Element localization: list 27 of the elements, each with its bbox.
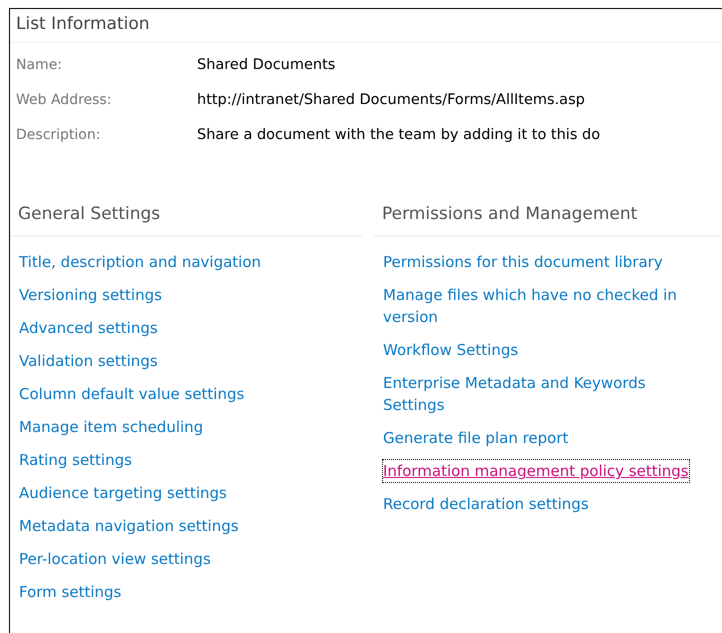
- settings-link[interactable]: Versioning settings: [19, 284, 162, 306]
- settings-link[interactable]: Column default value settings: [19, 383, 244, 405]
- section-heading: Permissions and Management: [374, 202, 719, 237]
- settings-link[interactable]: Manage item scheduling: [19, 416, 204, 438]
- section-title: List Information: [10, 9, 722, 42]
- field-label: Name:: [15, 56, 64, 74]
- settings-link[interactable]: Advanced settings: [19, 317, 158, 339]
- settings-link[interactable]: Enterprise Metadata and Keywords Settings: [383, 372, 693, 416]
- settings-link[interactable]: Form settings: [19, 581, 122, 603]
- settings-link[interactable]: Record declaration settings: [383, 493, 589, 515]
- field-value: Share a document with the team by adding it to this do: [197, 126, 600, 144]
- settings-link[interactable]: Manage files which have no checked in version: [383, 284, 693, 328]
- settings-link[interactable]: Audience targeting settings: [19, 482, 227, 504]
- field-value: http://intranet/Shared Documents/Forms/AllItems.asp: [197, 90, 585, 110]
- field-value: Shared Documents: [197, 56, 336, 74]
- field-label: Web Address:: [15, 90, 112, 110]
- settings-link[interactable]: Rating settings: [19, 449, 132, 471]
- settings-link[interactable]: Validation settings: [19, 350, 158, 372]
- settings-link[interactable]: Title, description and navigation: [19, 251, 262, 273]
- settings-link[interactable]: Metadata navigation settings: [19, 515, 239, 537]
- settings-link[interactable]: Generate file plan report: [383, 427, 568, 449]
- field-label: Description:: [15, 126, 102, 144]
- settings-link[interactable]: Information management policy settings: [383, 460, 689, 482]
- settings-link[interactable]: Permissions for this document library: [383, 251, 663, 273]
- settings-link[interactable]: Workflow Settings: [383, 339, 518, 361]
- settings-link[interactable]: Per-location view settings: [19, 548, 211, 570]
- section-heading: General Settings: [10, 202, 362, 237]
